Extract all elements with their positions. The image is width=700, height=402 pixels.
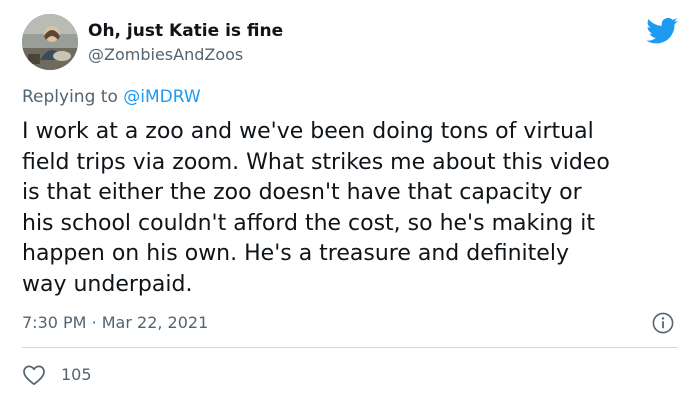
replying-to-label: Replying to (22, 87, 118, 107)
twitter-bird-icon[interactable] (646, 17, 678, 45)
tweet-timestamp[interactable]: 7:30 PM · Mar 22, 2021 (22, 313, 208, 332)
like-count: 105 (61, 365, 92, 384)
tweet-time: 7:30 PM (22, 313, 87, 332)
divider (22, 347, 678, 348)
replying-to: Replying to @iMDRW (22, 87, 201, 107)
tweet-line: happen on his own. He's a treasure and d… (22, 241, 569, 266)
user-handle[interactable]: @ZombiesAndZoos (88, 45, 243, 64)
meta-separator: · (91, 313, 97, 332)
reply-handle-link[interactable]: @iMDRW (123, 87, 200, 107)
tweet-line: is that either the zoo doesn't have that… (22, 180, 582, 205)
display-name[interactable]: Oh, just Katie is fine (88, 21, 283, 41)
avatar[interactable] (22, 14, 78, 70)
tweet-line: way underpaid. (22, 271, 193, 297)
profile-photo (22, 14, 78, 70)
tweet-text: I work at a zoo and we've been doing ton… (22, 117, 682, 300)
tweet-line: field trips via zoom. What strikes me ab… (22, 149, 610, 175)
info-icon[interactable] (652, 312, 674, 334)
tweet-card: Oh, just Katie is fine @ZombiesAndZoos R… (0, 0, 700, 402)
heart-icon[interactable] (22, 364, 46, 386)
tweet-line: his school couldn't afford the cost, so … (22, 210, 595, 236)
tweet-date: Mar 22, 2021 (101, 313, 209, 332)
tweet-line: I work at a zoo and we've been doing ton… (22, 119, 594, 144)
